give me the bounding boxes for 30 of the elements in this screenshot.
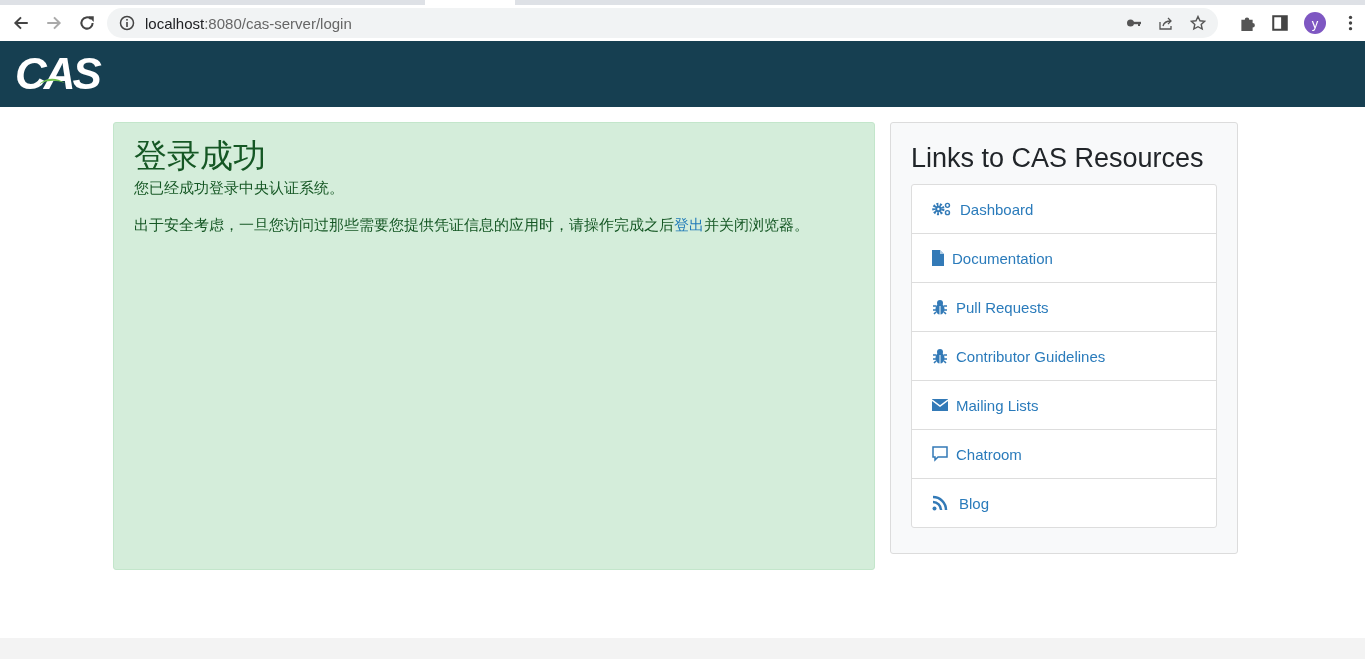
resource-link[interactable]: Documentation (912, 234, 1216, 283)
reload-icon[interactable] (78, 14, 96, 32)
cas-logo[interactable]: CAS (15, 52, 99, 96)
side-panel-icon[interactable] (1271, 14, 1289, 32)
success-title: 登录成功 (134, 137, 267, 175)
chat-icon (932, 446, 948, 462)
resource-link[interactable]: Contributor Guidelines (912, 332, 1216, 381)
star-icon[interactable] (1190, 15, 1206, 31)
back-icon[interactable] (12, 14, 30, 32)
bug-icon (932, 299, 948, 315)
resource-link[interactable]: Chatroom (912, 430, 1216, 479)
envelope-icon (932, 397, 948, 413)
menu-icon[interactable] (1348, 14, 1353, 32)
profile-avatar[interactable]: y (1304, 12, 1326, 34)
rss-icon (932, 495, 948, 511)
bug-icon (932, 348, 948, 364)
resources-title: Links to CAS Resources (911, 143, 1205, 174)
security-notice: 出于安全考虑，一旦您访问过那些需要您提供凭证信息的应用时，请操作完成之后登出并关闭浏览器。 (134, 216, 810, 235)
resource-link[interactable]: Mailing Lists (912, 381, 1216, 430)
resource-link[interactable]: Pull Requests (912, 283, 1216, 332)
url-text: localhost:8080/cas-server/login (145, 14, 352, 32)
resource-link[interactable]: Blog (912, 479, 1216, 527)
success-message: 您已经成功登录中央认证系统。 (134, 179, 345, 198)
info-icon[interactable] (119, 15, 135, 31)
share-icon[interactable] (1158, 15, 1174, 31)
gears-icon (932, 201, 952, 217)
logout-link[interactable]: 登出 (674, 216, 704, 233)
file-icon (932, 250, 944, 266)
resource-link[interactable]: Dashboard (912, 185, 1216, 234)
address-bar[interactable]: localhost:8080/cas-server/login (107, 8, 1218, 38)
